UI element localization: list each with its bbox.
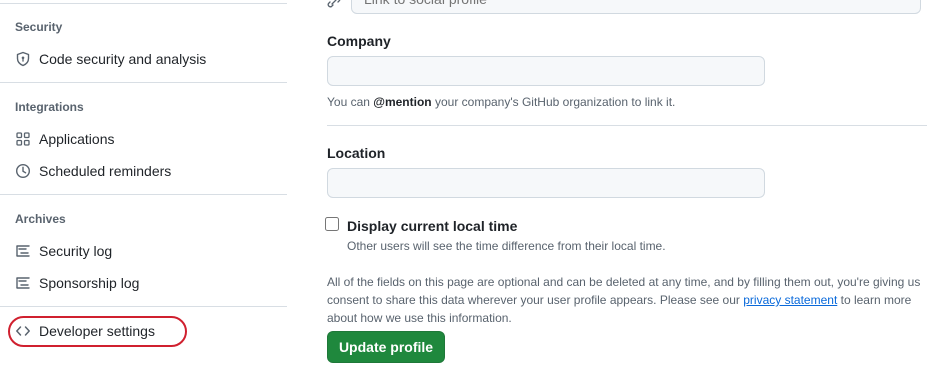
local-time-checkbox[interactable] xyxy=(325,217,339,231)
sidebar-divider xyxy=(0,3,287,4)
sidebar-section-title-integrations: Integrations xyxy=(15,100,84,114)
hint-text: You can xyxy=(327,95,374,109)
apps-grid-icon xyxy=(16,132,30,146)
form-divider xyxy=(327,125,927,126)
disclaimer-text: All of the fields on this page are optio… xyxy=(327,273,932,327)
company-label: Company xyxy=(327,33,391,49)
mention-text: @mention xyxy=(373,95,432,109)
disclaimer-line: All of the fields on this page are optio… xyxy=(327,275,921,289)
disclaimer-text-part: to learn more xyxy=(837,293,912,307)
sidebar-divider xyxy=(0,82,287,83)
sidebar-section-title-security: Security xyxy=(15,20,63,34)
disclaimer-line: about how we use this information. xyxy=(327,311,512,325)
log-icon xyxy=(16,245,30,257)
sidebar-item-label: Scheduled reminders xyxy=(39,163,172,179)
sidebar-section-title-archives: Archives xyxy=(15,212,66,226)
sidebar-item-applications[interactable]: Applications xyxy=(0,123,287,155)
company-hint: You can @mention your company's GitHub o… xyxy=(327,95,675,109)
local-time-label[interactable]: Display current local time xyxy=(347,218,517,234)
location-input[interactable] xyxy=(327,168,765,198)
sidebar-item-label: Sponsorship log xyxy=(39,275,140,291)
disclaimer-text-part: consent to share this data wherever your… xyxy=(327,293,744,307)
company-input[interactable] xyxy=(327,56,765,86)
sidebar-item-security-log[interactable]: Security log xyxy=(0,235,287,267)
sidebar-item-label: Security log xyxy=(39,243,113,259)
sidebar-divider xyxy=(0,194,287,195)
highlight-annotation xyxy=(8,316,187,347)
local-time-hint: Other users will see the time difference… xyxy=(347,239,666,253)
sidebar-item-label: Code security and analysis xyxy=(39,51,207,67)
update-profile-button[interactable]: Update profile xyxy=(327,331,445,363)
log-icon xyxy=(16,277,30,289)
link-icon xyxy=(327,0,341,8)
sidebar-item-label: Applications xyxy=(39,131,115,147)
privacy-statement-link[interactable]: privacy statement xyxy=(743,293,837,307)
sidebar-item-scheduled-reminders[interactable]: Scheduled reminders xyxy=(0,155,287,187)
hint-text: your company's GitHub organization to li… xyxy=(431,95,676,109)
location-label: Location xyxy=(327,145,386,161)
sidebar-item-code-security[interactable]: Code security and analysis xyxy=(0,43,287,75)
disclaimer-line: consent to share this data wherever your… xyxy=(327,291,932,309)
clock-icon xyxy=(15,163,31,179)
sidebar-item-sponsorship-log[interactable]: Sponsorship log xyxy=(0,267,287,299)
sidebar-divider xyxy=(0,306,287,307)
shield-icon xyxy=(16,51,30,67)
social-profile-input[interactable] xyxy=(351,0,921,14)
